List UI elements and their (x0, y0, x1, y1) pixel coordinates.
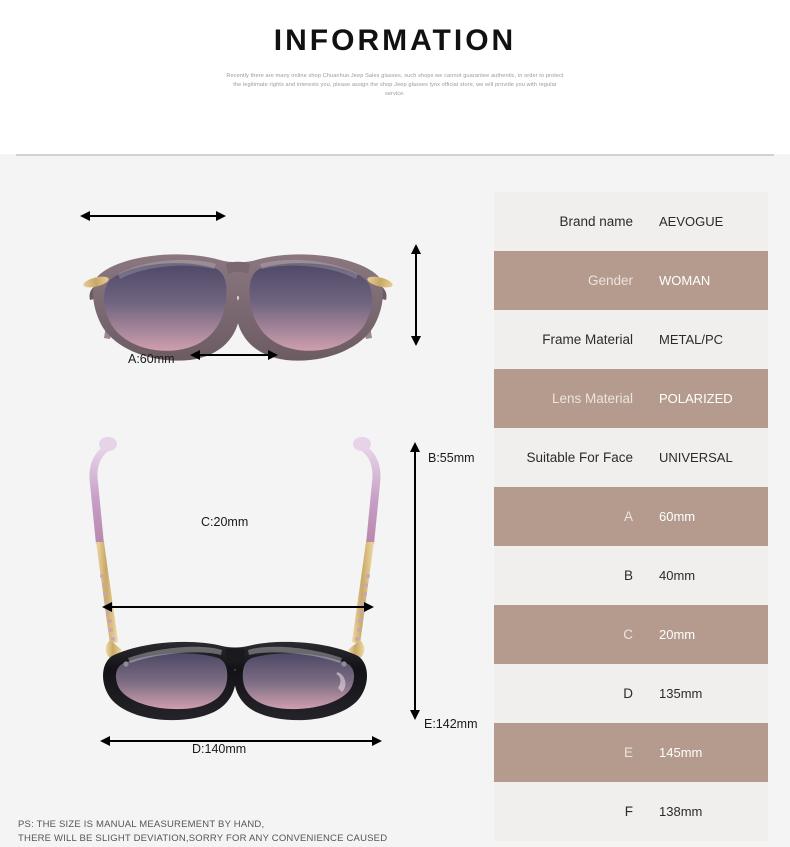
dimension-line-c (200, 354, 268, 356)
spec-value: 145mm (659, 745, 703, 760)
spec-label: Lens Material (551, 391, 633, 406)
dimension-line-a (90, 215, 216, 217)
spec-value: UNIVERSAL (659, 450, 733, 465)
dimension-label-b: B:55mm (428, 451, 475, 465)
table-row: Gender WOMAN (494, 251, 768, 310)
sunglasses-top-view-image (89, 437, 381, 721)
dimension-arrow-e-top (410, 442, 420, 452)
spec-value: 138mm (659, 804, 703, 819)
table-row: D 135mm (494, 664, 768, 723)
spec-label: C (623, 627, 633, 642)
dimension-arrow-c-left (190, 350, 200, 360)
dimension-arrow-d-left (102, 602, 112, 612)
table-row: Frame Material METAL/PC (494, 310, 768, 369)
dimension-line-e (414, 452, 416, 710)
size-diagrams: A:60mm B:55mm C:20mm D:140mm E:142mm PS:… (0, 154, 494, 847)
spec-label: A (623, 509, 633, 524)
table-row: B 40mm (494, 546, 768, 605)
dimension-arrow-f-left (100, 736, 110, 746)
dimension-arrow-c-right (268, 350, 278, 360)
dimension-line-b (415, 254, 417, 336)
spec-label: F (624, 804, 633, 819)
table-row: Lens Material POLARIZED (494, 369, 768, 428)
page-header: INFORMATION Recently there are many onli… (0, 0, 790, 154)
spec-value: 135mm (659, 686, 703, 701)
spec-label: E (623, 745, 633, 760)
spec-value: 40mm (659, 568, 696, 583)
spec-label: Suitable For Face (526, 450, 633, 465)
specification-table: Brand name AEVOGUE Gender WOMAN Frame Ma… (494, 192, 768, 841)
header-description: Recently there are many online shop Chua… (226, 73, 564, 97)
dimension-arrow-f-right (372, 736, 382, 746)
page-title: INFORMATION (273, 24, 517, 57)
dimension-arrow-e-bottom (410, 710, 420, 720)
spec-value: METAL/PC (659, 332, 724, 347)
spec-value: WOMAN (659, 273, 711, 288)
table-row: A 60mm (494, 487, 768, 546)
table-row: Brand name AEVOGUE (494, 192, 768, 251)
dimension-label-e: E:142mm (424, 717, 478, 731)
dimension-line-d (112, 606, 364, 608)
sunglasses-front-view-image (83, 254, 393, 361)
spec-value: 20mm (659, 627, 696, 642)
dimension-arrow-b-bottom (411, 336, 421, 346)
table-row: F 138mm (494, 782, 768, 841)
table-row: C 20mm (494, 605, 768, 664)
spec-value: POLARIZED (659, 391, 733, 406)
dimension-arrow-b-top (411, 244, 421, 254)
dimension-arrow-d-right (364, 602, 374, 612)
dimension-arrow-a-left (80, 211, 90, 221)
product-information-page: INFORMATION Recently there are many onli… (0, 0, 790, 847)
page-body: A:60mm B:55mm C:20mm D:140mm E:142mm PS:… (0, 154, 790, 847)
spec-label: D (623, 686, 633, 701)
dimension-label-a: A:60mm (128, 352, 175, 366)
dimension-arrow-a-right (216, 211, 226, 221)
dimension-label-d: D:140mm (192, 742, 247, 756)
spec-label: B (623, 568, 633, 583)
table-row: E 145mm (494, 723, 768, 782)
table-row: Suitable For Face UNIVERSAL (494, 428, 768, 487)
dimension-line-f (110, 740, 372, 742)
spec-value: 60mm (659, 509, 696, 524)
spec-value: AEVOGUE (659, 214, 724, 229)
spec-label: Brand name (559, 214, 633, 229)
spec-label: Gender (587, 273, 633, 288)
measurement-disclaimer: PS: THE SIZE IS MANUAL MEASUREMENT BY HA… (18, 819, 388, 844)
spec-label: Frame Material (542, 332, 633, 347)
